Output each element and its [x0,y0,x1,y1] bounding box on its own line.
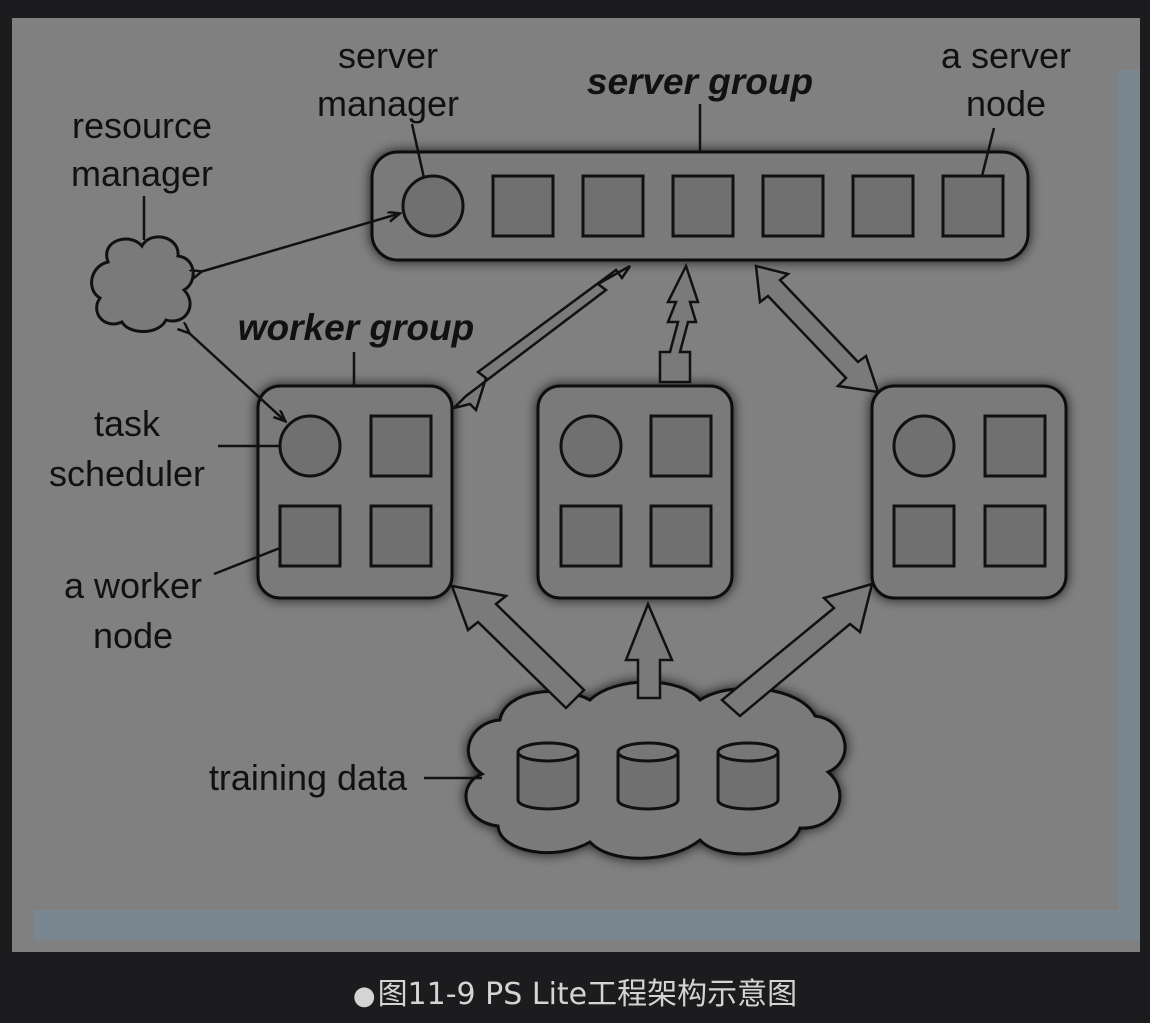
label-resource-manager-1: resource [72,105,212,146]
task-scheduler-node [559,414,623,478]
worker-node [649,504,713,568]
label-worker-group: worker group [238,307,474,348]
data-cylinder [516,741,580,811]
label-worker-node-1: a worker [64,565,202,606]
page-frame: server manager server group a server nod… [0,0,1150,1018]
worker-group-left [256,384,454,600]
task-scheduler-node [892,414,956,478]
caption-bullet-icon: ● [352,981,376,1011]
worker-node [983,504,1047,568]
caption-text: 图11-9 PS Lite工程架构示意图 [377,977,798,1012]
server-node [761,174,825,238]
bottom-strip [34,910,1140,940]
server-node [671,174,735,238]
arrow-data-to-worker-left [450,584,586,710]
ps-lite-architecture-diagram: server manager server group a server nod… [34,35,1140,940]
arrow-data-to-worker-right [720,582,874,718]
server-node [851,174,915,238]
worker-node [278,504,342,568]
server-node [491,174,555,238]
label-task-1: task [94,403,161,444]
figure-caption: ●图11-9 PS Lite工程架构示意图 [0,968,1150,1018]
worker-group-right [870,384,1068,600]
label-a-server-1: a server [941,35,1071,76]
arrow-resource-to-server-manager [200,214,398,272]
worker-node [369,504,433,568]
label-server-group: server group [587,61,813,102]
server-node [941,174,1005,238]
label-worker-node-2: node [93,615,173,656]
server-group-box [370,150,1030,262]
label-server-manager-1: server [338,35,438,76]
right-strip [1118,70,1140,940]
double-arrow-server-worker-middle [658,262,700,384]
server-node [581,174,645,238]
label-task-2: scheduler [49,453,205,494]
worker-node [369,414,433,478]
task-scheduler-node [278,414,342,478]
label-server-manager-2: manager [317,83,459,124]
double-arrow-server-worker-right [754,264,880,394]
worker-node [559,504,623,568]
resource-manager-cloud [90,235,195,333]
label-training-data: training data [209,757,408,798]
server-manager-node [401,174,465,238]
worker-group-middle [536,384,734,600]
label-a-server-2: node [966,83,1046,124]
label-resource-manager-2: manager [71,153,213,194]
worker-node [892,504,956,568]
data-cylinder [616,741,680,811]
data-cylinder [716,741,780,811]
worker-node [649,414,713,478]
worker-node [983,414,1047,478]
